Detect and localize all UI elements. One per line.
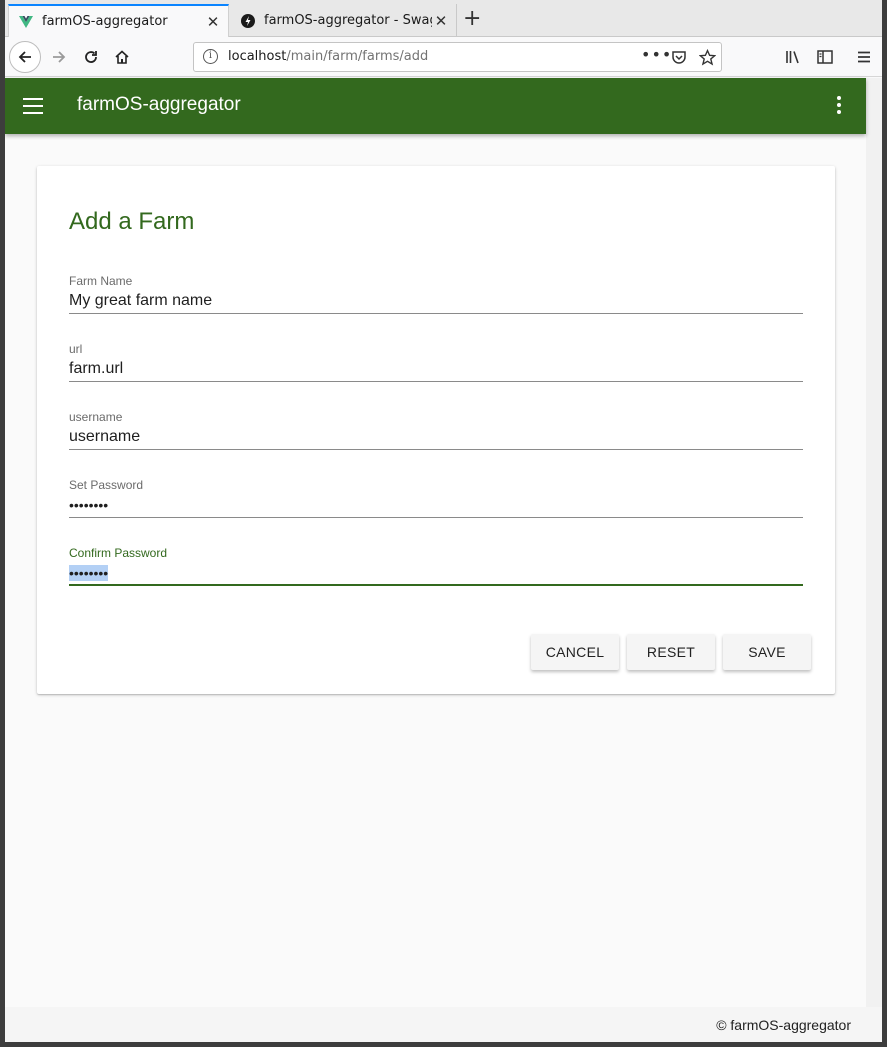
add-farm-card: Add a Farm Farm Name My great farm name … bbox=[37, 166, 835, 694]
tab-title: farmOS-aggregator bbox=[42, 14, 168, 29]
url-path: /main/farm/farms/add bbox=[286, 49, 429, 64]
reload-icon bbox=[85, 51, 97, 63]
new-tab-icon[interactable]: + bbox=[463, 8, 481, 30]
sidebar-icon[interactable] bbox=[816, 48, 834, 66]
back-button[interactable] bbox=[9, 41, 41, 73]
footer: © farmOS-aggregator bbox=[5, 1007, 882, 1042]
home-button[interactable] bbox=[106, 41, 138, 73]
footer-copyright: © farmOS-aggregator bbox=[716, 1017, 851, 1033]
vue-icon bbox=[19, 15, 33, 28]
field-label: url bbox=[69, 342, 83, 356]
pocket-icon[interactable] bbox=[671, 49, 687, 65]
reset-button[interactable]: RESET bbox=[627, 634, 715, 670]
tab-swagger[interactable]: farmOS-aggregator - Swag ✕ bbox=[231, 4, 457, 37]
scrollbar-track[interactable] bbox=[866, 78, 882, 1007]
url-field[interactable]: url farm.url bbox=[69, 342, 803, 382]
forward-button[interactable] bbox=[43, 41, 75, 73]
hamburger-menu-icon[interactable] bbox=[855, 48, 873, 66]
home-icon bbox=[115, 50, 129, 64]
field-label: Set Password bbox=[69, 478, 144, 492]
reload-button[interactable] bbox=[75, 41, 107, 73]
tab-title: farmOS-aggregator - Swag bbox=[264, 13, 432, 28]
username-field[interactable]: username username bbox=[69, 410, 803, 450]
page-title: Add a Farm bbox=[69, 208, 195, 235]
url-host: localhost bbox=[228, 49, 287, 64]
window-border bbox=[0, 1042, 887, 1047]
save-button[interactable]: SAVE bbox=[723, 634, 811, 670]
close-tab-icon[interactable]: ✕ bbox=[204, 13, 222, 31]
farm-name-field[interactable]: Farm Name My great farm name bbox=[69, 274, 803, 314]
confirm-password-input[interactable]: •••••••• bbox=[69, 565, 109, 581]
window-border bbox=[0, 0, 5, 1047]
more-vert-icon[interactable] bbox=[835, 96, 843, 116]
field-label: username bbox=[69, 410, 123, 424]
nav-toolbar: i localhost/main/farm/farms/add ••• bbox=[5, 37, 882, 77]
farm-name-input[interactable]: My great farm name bbox=[69, 292, 212, 310]
tab-farmos-aggregator[interactable]: farmOS-aggregator ✕ bbox=[8, 4, 229, 37]
browser-window: farmOS-aggregator ✕ farmOS-aggregator - … bbox=[0, 0, 887, 1047]
page-actions-icon[interactable]: ••• bbox=[641, 45, 672, 64]
field-label: Confirm Password bbox=[69, 546, 168, 560]
app-toolbar: farmOS-aggregator bbox=[5, 78, 866, 134]
bookmark-star-icon[interactable] bbox=[699, 49, 716, 66]
set-password-field[interactable]: Set Password •••••••• bbox=[69, 478, 803, 518]
tab-bar: farmOS-aggregator ✕ farmOS-aggregator - … bbox=[5, 0, 882, 37]
app-title: farmOS-aggregator bbox=[77, 94, 241, 115]
swagger-icon bbox=[241, 13, 255, 28]
forward-arrow-icon bbox=[53, 51, 66, 63]
set-password-input[interactable]: •••••••• bbox=[69, 497, 108, 513]
url-text[interactable]: localhost/main/farm/farms/add bbox=[228, 49, 428, 64]
library-icon[interactable] bbox=[784, 48, 802, 66]
username-input[interactable]: username bbox=[69, 428, 140, 446]
url-bar[interactable]: i localhost/main/farm/farms/add ••• bbox=[193, 42, 722, 72]
nav-drawer-menu-icon[interactable] bbox=[23, 98, 43, 114]
cancel-button[interactable]: CANCEL bbox=[531, 634, 619, 670]
url-input[interactable]: farm.url bbox=[69, 360, 123, 378]
field-label: Farm Name bbox=[69, 274, 133, 288]
confirm-password-field[interactable]: Confirm Password •••••••• bbox=[69, 546, 803, 586]
site-info-icon[interactable]: i bbox=[203, 49, 218, 64]
window-border bbox=[882, 0, 887, 1047]
close-tab-icon[interactable]: ✕ bbox=[432, 12, 450, 30]
back-arrow-icon bbox=[18, 51, 31, 63]
